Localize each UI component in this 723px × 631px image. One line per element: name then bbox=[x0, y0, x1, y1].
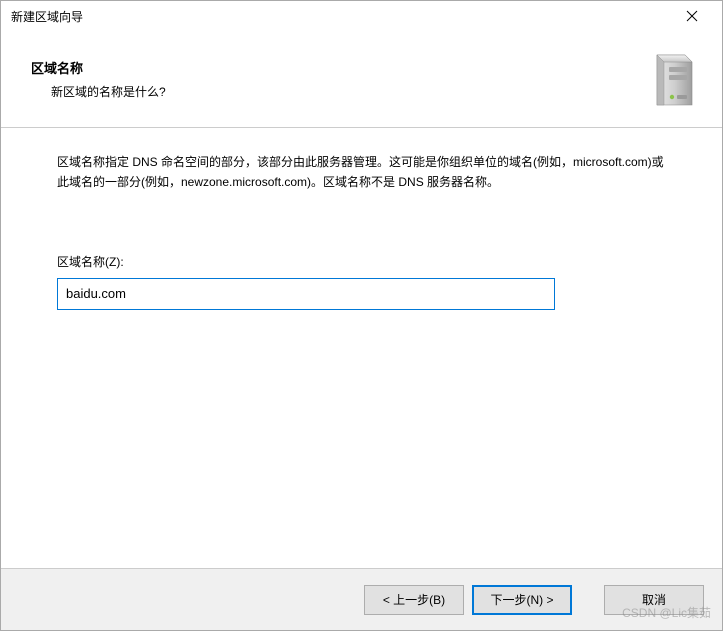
wizard-header: 区域名称 新区域的名称是什么? bbox=[1, 31, 722, 127]
zone-name-label: 区域名称(Z): bbox=[57, 253, 666, 270]
wizard-content: 区域名称指定 DNS 命名空间的部分，该部分由此服务器管理。这可能是你组织单位的… bbox=[1, 128, 722, 568]
window-title: 新建区域向导 bbox=[11, 8, 672, 25]
header-subtitle: 新区域的名称是什么? bbox=[31, 83, 646, 100]
description-text: 区域名称指定 DNS 命名空间的部分，该部分由此服务器管理。这可能是你组织单位的… bbox=[57, 152, 666, 193]
titlebar: 新建区域向导 bbox=[1, 1, 722, 31]
close-icon bbox=[686, 10, 698, 22]
wizard-dialog: 新建区域向导 区域名称 新区域的名称是什么? bbox=[0, 0, 723, 631]
zone-name-input[interactable] bbox=[57, 278, 555, 310]
wizard-footer: < 上一步(B) 下一步(N) > 取消 bbox=[1, 568, 722, 630]
header-title: 区域名称 bbox=[31, 58, 646, 77]
back-button[interactable]: < 上一步(B) bbox=[364, 585, 464, 615]
header-text-block: 区域名称 新区域的名称是什么? bbox=[31, 58, 646, 100]
next-button[interactable]: 下一步(N) > bbox=[472, 585, 572, 615]
close-button[interactable] bbox=[672, 1, 712, 31]
server-icon bbox=[646, 45, 702, 113]
cancel-button[interactable]: 取消 bbox=[604, 585, 704, 615]
